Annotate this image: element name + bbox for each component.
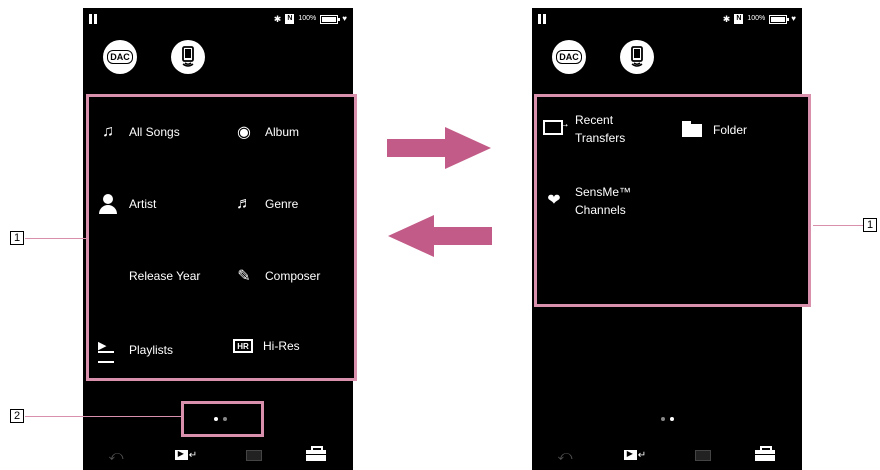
status-bar: ✱ N 100% ♥ xyxy=(538,14,796,26)
folder-icon xyxy=(681,119,703,141)
menu-item-label: All Songs xyxy=(129,125,180,139)
phone-connect-button[interactable] xyxy=(171,40,205,74)
menu-item-all-songs[interactable]: ♫ All Songs xyxy=(97,121,180,143)
page-dot-active xyxy=(670,417,674,421)
battery-percent: 100% xyxy=(747,15,766,22)
callout-leader-line xyxy=(813,225,863,226)
back-icon[interactable]: ⤺ xyxy=(105,446,127,464)
menu-item-album[interactable]: ◉ Album xyxy=(233,121,299,143)
playlists-icon xyxy=(97,339,119,363)
page-indicator[interactable] xyxy=(661,417,674,421)
player-screen-left: ✱ N 100% ♥ DAC ♫ All Songs ◉ Album Artis… xyxy=(83,8,357,470)
bluetooth-icon: ✱ xyxy=(722,14,731,24)
battery-icon xyxy=(320,14,341,24)
menu-item-label: SensMe™ Channels xyxy=(575,185,632,217)
smartphone-icon xyxy=(182,46,194,67)
artist-icon xyxy=(97,193,119,215)
sensme-channels-icon: ❤ xyxy=(547,192,561,209)
hi-res-icon: HR xyxy=(233,339,253,353)
menu-item-hi-res[interactable]: HR Hi-Res xyxy=(233,339,300,353)
heart-icon: ♥ xyxy=(342,14,347,23)
release-year-icon xyxy=(97,265,119,287)
dac-button[interactable]: DAC xyxy=(552,40,586,74)
options-toolbox-icon[interactable] xyxy=(752,445,778,464)
status-bar: ✱ N 100% ♥ xyxy=(89,14,347,26)
pause-icon xyxy=(89,14,99,24)
menu-item-genre[interactable]: ♬ Genre xyxy=(233,193,298,215)
bottom-bar: ⤺ ↵ xyxy=(532,445,802,464)
composer-icon: ✎ xyxy=(237,268,251,285)
menu-item-recent-transfers[interactable]: Recent Transfers xyxy=(543,111,625,147)
callout-label-2: 2 xyxy=(10,409,24,423)
library-icon[interactable] xyxy=(692,446,714,464)
menu-item-playlists[interactable]: Playlists xyxy=(97,339,174,363)
dac-button-label: DAC xyxy=(107,50,133,64)
menu-item-composer[interactable]: ✎ Composer xyxy=(233,265,320,287)
menu-item-label: Playlists xyxy=(129,343,174,357)
menu-item-label: Folder xyxy=(713,123,748,137)
bluetooth-icon: ✱ xyxy=(273,14,282,24)
pause-icon xyxy=(538,14,548,24)
now-playing-icon[interactable]: ↵ xyxy=(622,446,648,464)
menu-item-artist[interactable]: Artist xyxy=(97,193,156,215)
dac-button[interactable]: DAC xyxy=(103,40,137,74)
library-icon[interactable] xyxy=(243,446,265,464)
nfc-icon: N xyxy=(285,14,295,24)
music-note-icon: ♫ xyxy=(102,123,114,140)
menu-item-sensme-channels[interactable]: ❤ SensMe™ Channels xyxy=(543,183,631,219)
page-dot xyxy=(661,417,665,421)
bottom-bar: ⤺ ↵ xyxy=(83,445,353,464)
recent-transfers-icon xyxy=(543,116,570,138)
options-toolbox-icon[interactable] xyxy=(303,445,329,464)
battery-icon xyxy=(769,14,790,24)
back-icon[interactable]: ⤺ xyxy=(554,446,576,464)
menu-item-label: Hi-Res xyxy=(263,339,300,353)
heart-icon: ♥ xyxy=(791,14,796,23)
menu-item-label: Release Year xyxy=(129,269,201,283)
battery-percent: 100% xyxy=(298,15,317,22)
library-menu: ♫ All Songs ◉ Album Artist ♬ Genre Relea… xyxy=(86,94,357,381)
now-playing-icon[interactable]: ↵ xyxy=(173,446,199,464)
phone-connect-button[interactable] xyxy=(620,40,654,74)
genre-icon: ♬ xyxy=(236,195,252,212)
page-indicator-highlight xyxy=(181,401,264,437)
menu-item-label: Album xyxy=(265,125,300,139)
callout-leader-line xyxy=(25,238,86,239)
menu-item-label: Artist xyxy=(129,197,157,211)
menu-item-label: Genre xyxy=(265,197,299,211)
nfc-icon: N xyxy=(734,14,744,24)
player-screen-right: ✱ N 100% ♥ DAC Recent Transfers Folder ❤… xyxy=(532,8,811,470)
callout-leader-line xyxy=(25,416,181,417)
callout-label-1: 1 xyxy=(10,231,24,245)
disc-icon: ◉ xyxy=(237,124,251,141)
callout-label-1: 1 xyxy=(863,218,877,232)
library-menu: Recent Transfers Folder ❤ SensMe™ Channe… xyxy=(534,94,811,307)
menu-item-label: Composer xyxy=(265,269,321,283)
smartphone-icon xyxy=(631,46,643,67)
menu-item-folder[interactable]: Folder xyxy=(681,119,747,141)
menu-item-label: Recent Transfers xyxy=(575,113,626,145)
dac-button-label: DAC xyxy=(556,50,582,64)
menu-item-release-year[interactable]: Release Year xyxy=(97,265,200,287)
